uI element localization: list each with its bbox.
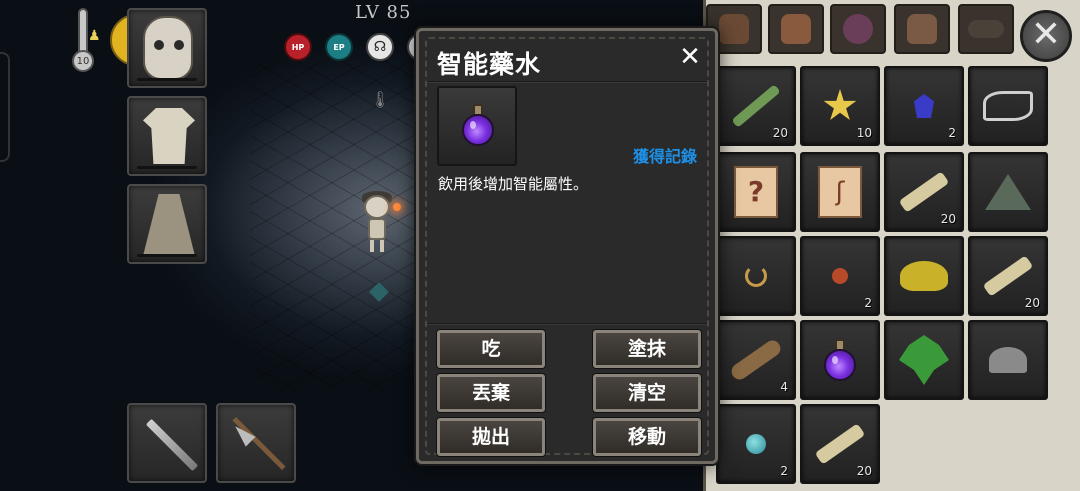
grass-bundle-icon xyxy=(731,84,781,128)
item-count: 2 xyxy=(948,126,956,140)
inventory-slot[interactable] xyxy=(884,236,964,316)
equip-slot-weapon-main[interactable] xyxy=(127,403,207,483)
item-preview xyxy=(437,86,517,166)
bag-tab-5[interactable] xyxy=(958,4,1014,54)
inventory-slot[interactable]: 2 xyxy=(800,236,880,316)
move-button[interactable]: 移動 xyxy=(593,418,701,456)
creature-bag-icon xyxy=(968,20,1004,38)
tent-cloth-icon xyxy=(985,174,1031,210)
item-count: 10 xyxy=(856,126,872,140)
rune-scroll-icon: ʃ xyxy=(818,166,862,218)
divider xyxy=(427,81,707,83)
inventory-slot[interactable] xyxy=(968,320,1048,400)
inventory-slot[interactable] xyxy=(716,236,796,316)
inventory-slot[interactable] xyxy=(884,320,964,400)
intelligence-potion-icon xyxy=(461,102,495,148)
sword-icon xyxy=(145,418,199,472)
green-leaves-icon xyxy=(899,335,949,385)
mind-drop-icon: ☊ xyxy=(366,33,394,61)
inventory-slot[interactable]: 2 xyxy=(716,404,796,484)
dark-gem-icon xyxy=(914,94,934,118)
ep-drop-icon: EP xyxy=(325,33,353,61)
star-crystal-icon xyxy=(823,89,857,120)
bag-tab-2[interactable] xyxy=(768,4,824,54)
bag-tab-3[interactable] xyxy=(830,4,886,54)
backpack-icon xyxy=(781,14,811,44)
yellow-powder-icon xyxy=(900,261,948,291)
inventory-slot[interactable]: 20 xyxy=(800,404,880,484)
clear-button[interactable]: 清空 xyxy=(593,374,701,412)
worm-icon xyxy=(745,265,767,287)
equip-slot-cloak[interactable] xyxy=(127,184,207,264)
walking-person-icon: ♟ xyxy=(88,28,101,44)
intelligence-potion-icon xyxy=(823,337,857,383)
straw-bundle-icon xyxy=(982,255,1034,297)
blue-orb-icon xyxy=(746,434,766,454)
discard-button[interactable]: 丟棄 xyxy=(437,374,545,412)
item-count: 2 xyxy=(864,296,872,310)
edge-handle xyxy=(0,52,10,162)
equip-slot-head[interactable] xyxy=(127,8,207,88)
item-description: 飲用後增加智能屬性。 xyxy=(438,175,589,193)
item-detail-dialog: 智能藥水 ✕ 獲得記錄 飲用後增加智能屬性。 吃 塗抹 丟棄 清空 拋出 移動 xyxy=(416,28,718,464)
eat-button[interactable]: 吃 xyxy=(437,330,545,368)
bag-tab-4[interactable] xyxy=(894,4,950,54)
inventory-slot[interactable]: 20 xyxy=(968,236,1048,316)
inventory-slot[interactable]: 20 xyxy=(716,66,796,146)
wood-log-icon xyxy=(728,337,784,383)
item-title: 智能藥水 xyxy=(437,50,542,79)
item-count: 20 xyxy=(1024,296,1040,310)
straw-bundle-icon xyxy=(814,423,866,465)
inventory-slot[interactable] xyxy=(968,152,1048,232)
obtain-record-link[interactable]: 獲得記錄 xyxy=(633,143,697,167)
small-thermometer-icon: 🌡 xyxy=(370,90,391,109)
straw-bundle-icon xyxy=(898,171,950,213)
item-count: 4 xyxy=(780,380,788,394)
backpack-icon xyxy=(719,14,749,44)
torch-light xyxy=(393,203,401,211)
cloth-shirt-icon xyxy=(143,108,195,164)
skeleton-fossil-icon xyxy=(983,91,1033,121)
inventory-close-button[interactable]: ✕ xyxy=(1020,10,1072,62)
inventory-slot[interactable]: ? xyxy=(716,152,796,232)
item-count: 20 xyxy=(856,464,872,478)
hp-drop-icon: HP xyxy=(284,33,312,61)
inventory-slot[interactable]: 2 xyxy=(884,66,964,146)
spear-icon xyxy=(232,416,286,471)
inventory-slot[interactable]: ʃ xyxy=(800,152,880,232)
dialog-close-button[interactable]: ✕ xyxy=(677,43,703,71)
equip-slot-weapon-off[interactable] xyxy=(216,403,296,483)
gray-mushroom-icon xyxy=(989,347,1027,373)
item-count: 2 xyxy=(780,464,788,478)
pouch-icon xyxy=(843,14,873,44)
wooden-mask-icon xyxy=(143,16,193,80)
smear-button[interactable]: 塗抹 xyxy=(593,330,701,368)
throw-button[interactable]: 拋出 xyxy=(437,418,545,456)
player-level: LV 85 xyxy=(355,2,412,23)
red-berry-icon xyxy=(832,268,848,284)
inventory-slot[interactable] xyxy=(968,66,1048,146)
inventory-grid: 20 10 2 ? ʃ 20 2 20 4 2 20 xyxy=(716,66,1056,486)
divider xyxy=(427,323,707,325)
player-character xyxy=(360,191,394,253)
cloak-icon xyxy=(143,194,195,256)
inventory-slot[interactable]: 4 xyxy=(716,320,796,400)
mystery-scroll-icon: ? xyxy=(734,166,778,218)
item-count: 20 xyxy=(940,212,956,226)
backpack-icon xyxy=(907,14,937,44)
item-count: 20 xyxy=(772,126,788,140)
inventory-slot[interactable]: 20 xyxy=(884,152,964,232)
temperature-value: 10 xyxy=(72,50,94,72)
equip-slot-body[interactable] xyxy=(127,96,207,176)
inventory-slot[interactable] xyxy=(800,320,880,400)
inventory-slot[interactable]: 10 xyxy=(800,66,880,146)
